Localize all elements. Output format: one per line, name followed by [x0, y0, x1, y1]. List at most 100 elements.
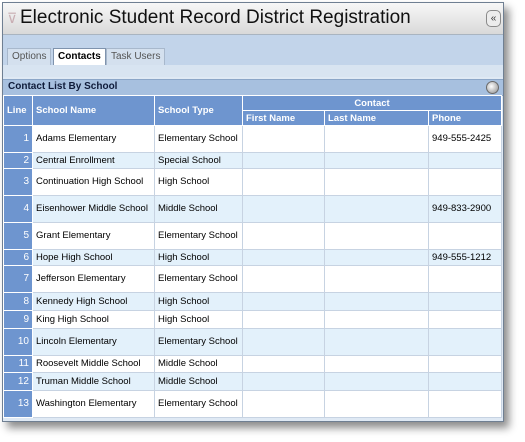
- school-type-cell: Elementary School: [154, 328, 243, 356]
- phone-cell[interactable]: [428, 168, 502, 196]
- school-name-cell: Lincoln Elementary: [32, 328, 155, 356]
- row-line-number: 8: [3, 292, 33, 311]
- last-name-cell[interactable]: [324, 125, 429, 153]
- school-type-cell: Elementary School: [154, 265, 243, 293]
- school-name-cell: Washington Elementary: [32, 390, 155, 418]
- school-name-cell: Grant Elementary: [32, 222, 155, 250]
- first-name-cell[interactable]: [242, 125, 325, 153]
- tab-options[interactable]: Options: [7, 48, 52, 65]
- school-name-cell: Central Enrollment: [32, 152, 155, 169]
- last-name-cell[interactable]: [324, 355, 429, 373]
- phone-cell[interactable]: 949-555-1212: [428, 249, 502, 266]
- column-group-contact: Contact: [242, 95, 502, 111]
- phone-cell[interactable]: [428, 328, 502, 356]
- table-row[interactable]: 10 Lincoln Elementary Elementary School: [3, 328, 502, 356]
- contact-list-header: Contact List By School: [3, 79, 503, 96]
- column-header-phone[interactable]: Phone: [428, 110, 502, 126]
- school-name-cell: Adams Elementary: [32, 125, 155, 153]
- table-row[interactable]: 7 Jefferson Elementary Elementary School: [3, 265, 502, 293]
- row-line-number: 9: [3, 310, 33, 329]
- title-bar: ⊽ Electronic Student Record District Reg…: [3, 3, 503, 35]
- school-name-cell: Eisenhower Middle School: [32, 195, 155, 223]
- phone-cell[interactable]: [428, 310, 502, 329]
- last-name-cell[interactable]: [324, 328, 429, 356]
- table-row[interactable]: 2 Central Enrollment Special School: [3, 152, 502, 169]
- column-header-last-name[interactable]: Last Name: [324, 110, 429, 126]
- school-type-cell: Middle School: [154, 372, 243, 391]
- collapse-panel-button[interactable]: «: [486, 10, 501, 27]
- last-name-cell[interactable]: [324, 168, 429, 196]
- phone-cell[interactable]: 949-833-2900: [428, 195, 502, 223]
- column-header-school-type[interactable]: School Type: [154, 95, 243, 126]
- last-name-cell[interactable]: [324, 249, 429, 266]
- phone-cell[interactable]: [428, 390, 502, 418]
- column-header-school-name[interactable]: School Name: [32, 95, 155, 126]
- phone-cell[interactable]: [428, 265, 502, 293]
- phone-cell[interactable]: 949-555-2425: [428, 125, 502, 153]
- row-line-number: 4: [3, 195, 33, 223]
- first-name-cell[interactable]: [242, 249, 325, 266]
- table-row[interactable]: 12 Truman Middle School Middle School: [3, 372, 502, 391]
- school-type-cell: Elementary School: [154, 125, 243, 153]
- first-name-cell[interactable]: [242, 372, 325, 391]
- table-row[interactable]: 11 Roosevelt Middle School Middle School: [3, 355, 502, 373]
- last-name-cell[interactable]: [324, 372, 429, 391]
- first-name-cell[interactable]: [242, 355, 325, 373]
- first-name-cell[interactable]: [242, 152, 325, 169]
- table-row[interactable]: 6 Hope High School High School 949-555-1…: [3, 249, 502, 266]
- column-header-line[interactable]: Line: [3, 95, 33, 126]
- phone-cell[interactable]: [428, 222, 502, 250]
- phone-cell[interactable]: [428, 292, 502, 311]
- last-name-cell[interactable]: [324, 152, 429, 169]
- row-line-number: 6: [3, 249, 33, 266]
- tab-contacts[interactable]: Contacts: [53, 48, 106, 66]
- row-line-number: 12: [3, 372, 33, 391]
- contact-table: Line School Name School Type Contact Fir…: [3, 95, 502, 418]
- phone-cell[interactable]: [428, 372, 502, 391]
- row-line-number: 1: [3, 125, 33, 153]
- first-name-cell[interactable]: [242, 292, 325, 311]
- window-menu-icon[interactable]: ⊽: [7, 9, 19, 27]
- school-name-cell: Jefferson Elementary: [32, 265, 155, 293]
- school-type-cell: Middle School: [154, 195, 243, 223]
- last-name-cell[interactable]: [324, 265, 429, 293]
- registration-window: ⊽ Electronic Student Record District Reg…: [2, 2, 504, 422]
- toolbar-strip: [3, 65, 503, 77]
- school-name-cell: Kennedy High School: [32, 292, 155, 311]
- table-row[interactable]: 5 Grant Elementary Elementary School: [3, 222, 502, 250]
- row-line-number: 10: [3, 328, 33, 356]
- first-name-cell[interactable]: [242, 390, 325, 418]
- table-row[interactable]: 3 Continuation High School High School: [3, 168, 502, 196]
- last-name-cell[interactable]: [324, 195, 429, 223]
- column-header-first-name[interactable]: First Name: [242, 110, 325, 126]
- row-line-number: 2: [3, 152, 33, 169]
- last-name-cell[interactable]: [324, 222, 429, 250]
- table-row[interactable]: 4 Eisenhower Middle School Middle School…: [3, 195, 502, 223]
- row-line-number: 11: [3, 355, 33, 373]
- school-type-cell: Elementary School: [154, 390, 243, 418]
- last-name-cell[interactable]: [324, 390, 429, 418]
- school-name-cell: Truman Middle School: [32, 372, 155, 391]
- phone-cell[interactable]: [428, 152, 502, 169]
- table-row[interactable]: 1 Adams Elementary Elementary School 949…: [3, 125, 502, 153]
- first-name-cell[interactable]: [242, 195, 325, 223]
- school-type-cell: High School: [154, 249, 243, 266]
- last-name-cell[interactable]: [324, 310, 429, 329]
- table-row[interactable]: 13 Washington Elementary Elementary Scho…: [3, 390, 502, 418]
- row-line-number: 3: [3, 168, 33, 196]
- school-type-cell: Middle School: [154, 355, 243, 373]
- row-line-number: 5: [3, 222, 33, 250]
- first-name-cell[interactable]: [242, 168, 325, 196]
- phone-cell[interactable]: [428, 355, 502, 373]
- first-name-cell[interactable]: [242, 328, 325, 356]
- table-row[interactable]: 8 Kennedy High School High School: [3, 292, 502, 311]
- tab-task-users[interactable]: Task Users: [106, 48, 166, 65]
- first-name-cell[interactable]: [242, 310, 325, 329]
- refresh-icon[interactable]: [486, 81, 499, 94]
- last-name-cell[interactable]: [324, 292, 429, 311]
- table-row[interactable]: 9 King High School High School: [3, 310, 502, 329]
- first-name-cell[interactable]: [242, 222, 325, 250]
- first-name-cell[interactable]: [242, 265, 325, 293]
- row-line-number: 13: [3, 390, 33, 418]
- row-line-number: 7: [3, 265, 33, 293]
